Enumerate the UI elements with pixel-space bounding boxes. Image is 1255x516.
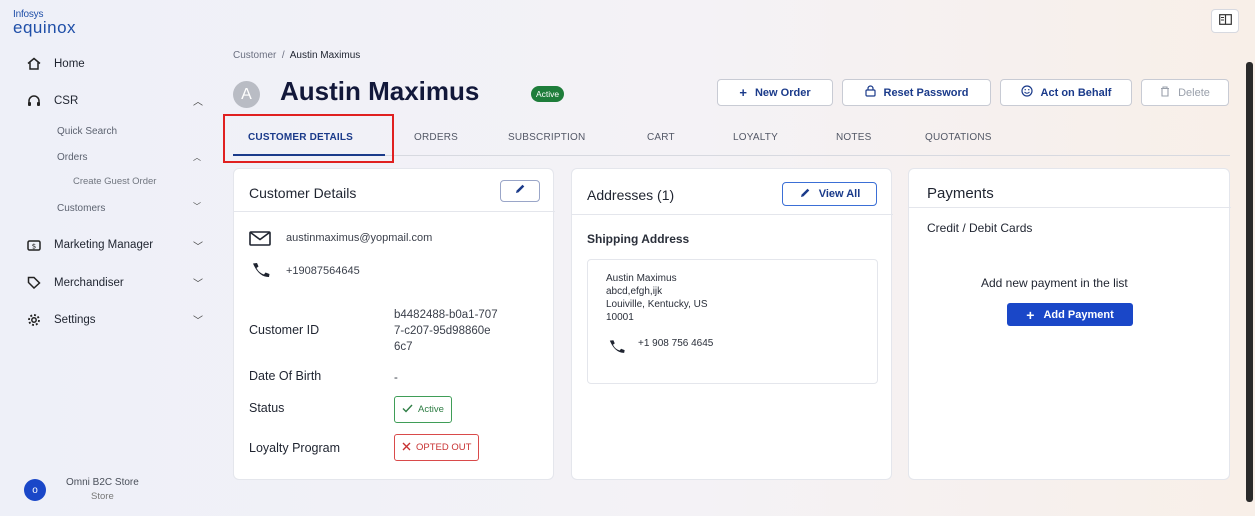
chevron-down-icon[interactable]: ﹀ (193, 275, 203, 290)
pencil-icon (799, 187, 811, 202)
sidebar: Infosys equinox Home CSR ︿ Quick Search … (0, 0, 214, 516)
headset-icon (26, 94, 42, 107)
delete-button[interactable]: Delete (1141, 79, 1229, 106)
view-all-addresses-button[interactable]: View All (782, 182, 877, 206)
act-on-behalf-button[interactable]: Act on Behalf (1000, 79, 1132, 106)
sidebar-item-label: Home (54, 57, 85, 70)
card-title: Addresses (1) (587, 187, 675, 203)
sidebar-item-csr[interactable]: CSR (26, 94, 78, 107)
sidebar-sub-create-guest-order[interactable]: Create Guest Order (73, 176, 156, 187)
address-phone: +1 908 756 4645 (638, 338, 714, 349)
sidebar-item-merchandiser[interactable]: Merchandiser (26, 276, 124, 289)
shipping-address-label: Shipping Address (587, 232, 690, 246)
address-line-2: Louiville, Kentucky, US (606, 299, 708, 310)
empty-payment-text: Add new payment in the list (981, 276, 1128, 290)
page-title: Austin Maximus (280, 76, 480, 106)
smiley-icon (1020, 85, 1033, 100)
pencil-icon (514, 182, 526, 200)
tab-cart[interactable]: CART (647, 132, 675, 143)
loyalty-program-label: Loyalty Program (249, 441, 341, 455)
svg-text:$: $ (32, 242, 36, 250)
sidebar-item-label: Marketing Manager (54, 239, 154, 251)
check-icon (402, 404, 413, 416)
customer-id-label: Customer ID (249, 323, 320, 337)
tab-notes[interactable]: NOTES (836, 132, 871, 143)
breadcrumb-current: Austin Maximus (289, 50, 361, 61)
breadcrumb-root[interactable]: Customer (233, 50, 276, 61)
scrollbar-thumb[interactable] (1246, 62, 1253, 502)
dob-label: Date Of Birth (249, 369, 322, 383)
store-name: Omni B2C Store (66, 477, 139, 488)
customer-details-card: Customer Details austinmaximus@yopmail.c… (233, 168, 555, 480)
credit-debit-cards-label: Credit / Debit Cards (927, 221, 1033, 235)
customer-id-value: b4482488-b0a1-707 7-c207-95d98860e 6c7 (394, 309, 498, 353)
chevron-down-icon[interactable]: ﹀ (193, 238, 203, 253)
tab-orders[interactable]: ORDERS (414, 132, 458, 143)
chevron-up-icon[interactable]: ︿ (193, 152, 201, 163)
infosys-equinox-logo[interactable]: Infosys equinox (13, 10, 76, 37)
status-chip: Active (394, 396, 452, 423)
address-zip: 10001 (606, 312, 634, 323)
add-payment-button[interactable]: + Add Payment (1007, 303, 1133, 326)
sidebar-item-label: Settings (54, 314, 96, 326)
sidebar-item-label: Merchandiser (54, 276, 124, 289)
shipping-address-box[interactable]: Austin Maximus abcd,efgh,ijk Louiville, … (587, 259, 878, 384)
page-scrollbar[interactable] (1246, 40, 1253, 510)
plus-icon: + (1026, 306, 1035, 323)
payments-card: Payments Credit / Debit Cards Add new pa… (908, 168, 1231, 480)
chevron-up-icon[interactable]: ︿ (193, 93, 203, 108)
breadcrumb: Customer / Austin Maximus (233, 50, 360, 61)
status-label: Status (249, 401, 285, 415)
phone-icon (251, 262, 271, 283)
addresses-card: Addresses (1) View All Shipping Address … (571, 168, 893, 480)
new-order-button[interactable]: + New Order (717, 79, 833, 106)
sidebar-item-settings[interactable]: Settings (26, 313, 96, 327)
chevron-down-icon[interactable]: ﹀ (193, 312, 203, 327)
loyalty-status-chip: OPTED OUT (394, 434, 480, 461)
reset-password-button[interactable]: Reset Password (842, 79, 991, 106)
chevron-down-icon[interactable]: ﹀ (193, 201, 201, 212)
store-switcher[interactable]: o Omni B2C Store Store (24, 476, 139, 504)
dob-value: - (394, 372, 398, 384)
trash-icon (1160, 85, 1170, 100)
customer-phone: +19087564645 (286, 265, 360, 277)
close-icon (402, 442, 411, 454)
avatar: A (233, 81, 260, 108)
sidebar-item-label: CSR (54, 94, 79, 107)
plus-icon: + (739, 85, 747, 100)
sidebar-item-marketing-manager[interactable]: $ Marketing Manager (26, 239, 153, 251)
tab-subscription[interactable]: SUBSCRIPTION (508, 132, 585, 143)
lock-icon (864, 85, 876, 100)
card-title: Payments (927, 185, 994, 202)
home-icon (26, 57, 42, 70)
breadcrumb-separator: / (281, 50, 285, 61)
corner-panel-button[interactable] (1211, 9, 1239, 33)
tab-loyalty[interactable]: LOYALTY (733, 132, 778, 143)
sidebar-sub-customers[interactable]: Customers (57, 203, 105, 214)
panel-icon (1218, 12, 1232, 30)
tag-icon (26, 276, 42, 289)
sidebar-item-home[interactable]: Home (26, 57, 85, 70)
phone-icon (608, 339, 626, 359)
customer-email: austinmaximus@yopmail.com (286, 232, 433, 244)
store-type: Store (91, 491, 114, 502)
card-title: Customer Details (249, 185, 357, 201)
address-name: Austin Maximus (606, 273, 677, 284)
sidebar-sub-quick-search[interactable]: Quick Search (57, 126, 117, 137)
store-avatar: o (24, 479, 46, 501)
gear-icon (26, 313, 42, 327)
tab-quotations[interactable]: QUOTATIONS (925, 132, 992, 143)
mail-icon (249, 231, 271, 251)
sidebar-sub-orders[interactable]: Orders (57, 152, 88, 163)
edit-customer-button[interactable] (500, 180, 540, 202)
status-badge: Active (531, 86, 565, 102)
dollar-bill-icon: $ (26, 239, 42, 251)
address-line-1: abcd,efgh,ijk (606, 286, 663, 297)
highlight-box (223, 114, 394, 163)
